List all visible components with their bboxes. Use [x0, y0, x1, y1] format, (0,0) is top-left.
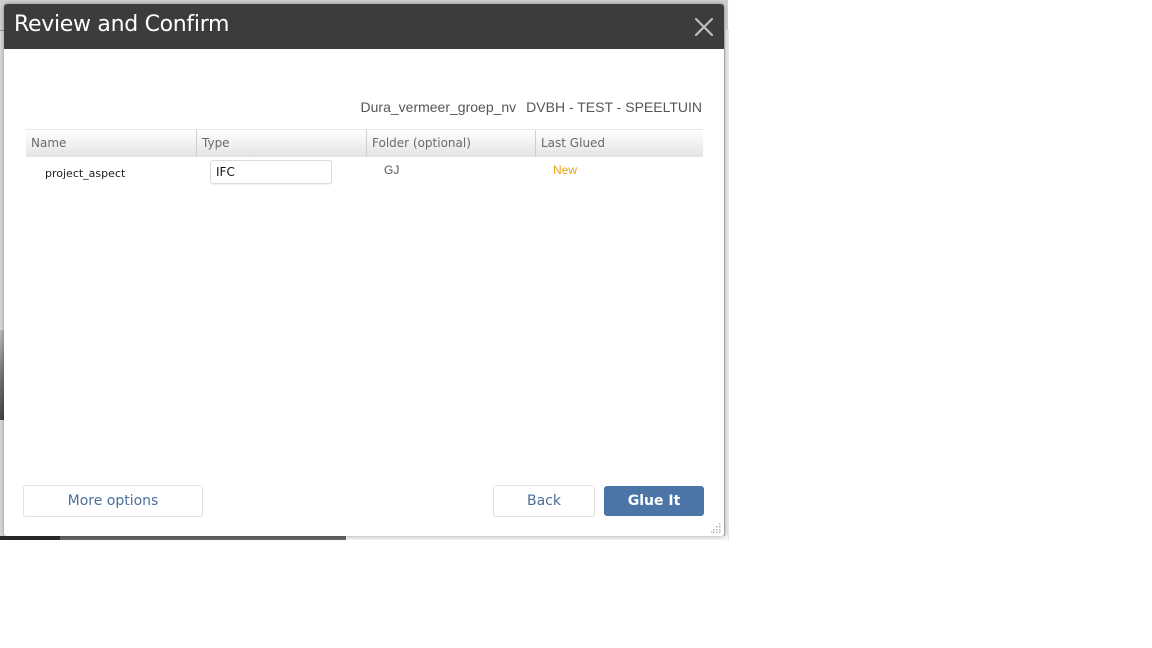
review-confirm-dialog: Review and Confirm Dura_vermeer_groep_nv…	[4, 4, 724, 536]
close-icon	[694, 17, 714, 37]
background-side-panel	[724, 30, 729, 540]
column-header-folder[interactable]: Folder (optional)	[366, 130, 535, 157]
dialog-header: Review and Confirm	[4, 4, 724, 49]
close-button[interactable]	[692, 15, 716, 39]
table-row[interactable]: project_aspect GJ New	[26, 157, 703, 187]
status-badge-new: New	[553, 163, 578, 177]
glue-it-button[interactable]: Glue It	[604, 486, 704, 516]
project-context: Dura_vermeer_groep_nv DVBH - TEST - SPEEL…	[361, 99, 702, 115]
background-bottom-strip	[346, 536, 728, 540]
background-bottom-bar	[0, 536, 346, 540]
type-input[interactable]	[210, 160, 332, 184]
project-name: DVBH - TEST - SPEELTUIN	[526, 99, 702, 115]
column-header-type[interactable]: Type	[196, 130, 366, 157]
dialog-title: Review and Confirm	[14, 12, 230, 37]
files-table: Name Type Folder (optional) Last Glued p…	[26, 129, 703, 187]
cell-name: project_aspect	[45, 167, 126, 180]
organization-name: Dura_vermeer_groep_nv	[360, 99, 517, 115]
column-header-name[interactable]: Name	[26, 130, 196, 157]
table-header: Name Type Folder (optional) Last Glued	[26, 129, 703, 157]
column-header-last-glued[interactable]: Last Glued	[535, 130, 703, 157]
back-button[interactable]: Back	[493, 485, 595, 517]
resize-grip-icon[interactable]	[711, 523, 721, 533]
cell-folder[interactable]: GJ	[384, 163, 399, 177]
more-options-button[interactable]: More options	[23, 485, 203, 517]
